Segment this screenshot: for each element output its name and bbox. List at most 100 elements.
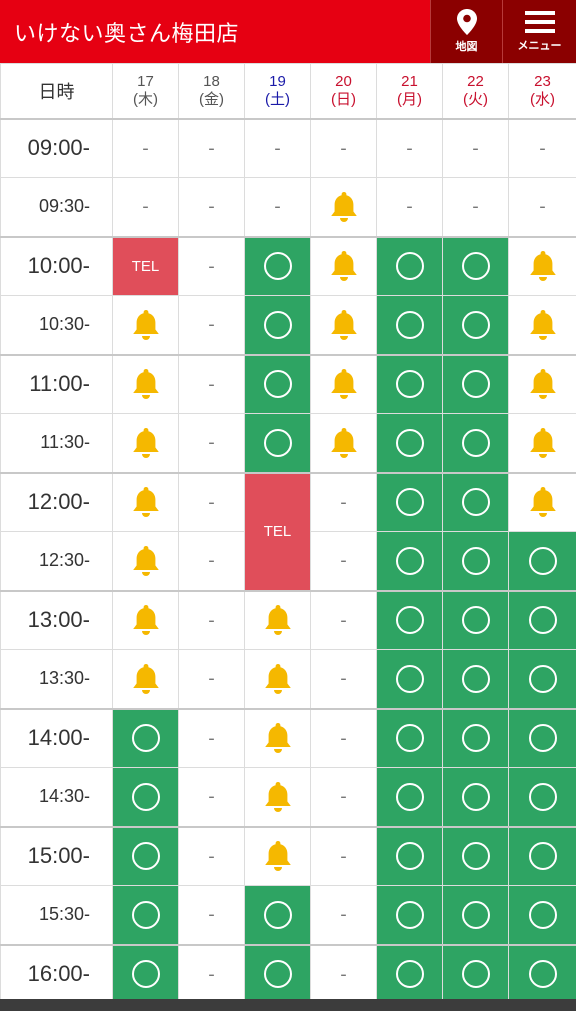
- available-slot[interactable]: [442, 531, 509, 591]
- circle-icon: [263, 310, 292, 339]
- available-slot[interactable]: [112, 943, 179, 1004]
- few-left-slot[interactable]: [508, 235, 576, 296]
- circle-icon: [395, 488, 424, 517]
- available-slot[interactable]: [376, 707, 443, 768]
- available-slot[interactable]: [442, 649, 509, 709]
- circle-icon: [263, 370, 292, 399]
- unavailable-slot: -: [178, 825, 245, 886]
- few-left-slot[interactable]: [112, 531, 179, 591]
- available-slot[interactable]: [244, 295, 311, 355]
- available-slot[interactable]: [508, 767, 576, 827]
- time-label: 15:00-: [0, 825, 113, 886]
- map-button[interactable]: 地図: [430, 0, 502, 63]
- circle-icon: [131, 782, 160, 811]
- available-slot[interactable]: [244, 943, 311, 1004]
- circle-icon: [395, 428, 424, 457]
- tel-slot[interactable]: TEL: [244, 471, 311, 591]
- available-slot[interactable]: [112, 707, 179, 768]
- bell-icon: [529, 251, 556, 282]
- few-left-slot[interactable]: [244, 649, 311, 709]
- time-row: 11:00- -: [0, 353, 576, 414]
- available-slot[interactable]: [442, 235, 509, 296]
- few-left-slot[interactable]: [244, 767, 311, 827]
- few-left-slot[interactable]: [508, 413, 576, 473]
- available-slot[interactable]: [508, 943, 576, 1004]
- few-left-slot[interactable]: [244, 707, 311, 768]
- available-slot[interactable]: [376, 353, 443, 414]
- available-slot[interactable]: [376, 235, 443, 296]
- map-pin-icon: [456, 9, 477, 35]
- available-slot[interactable]: [442, 825, 509, 886]
- available-slot[interactable]: [442, 353, 509, 414]
- circle-icon: [395, 370, 424, 399]
- few-left-slot[interactable]: [310, 413, 377, 473]
- circle-icon: [263, 900, 292, 929]
- available-slot[interactable]: [508, 825, 576, 886]
- time-label: 10:00-: [0, 235, 113, 296]
- unavailable-slot: -: [178, 943, 245, 1004]
- few-left-slot[interactable]: [508, 471, 576, 532]
- available-slot[interactable]: [112, 885, 179, 945]
- circle-icon: [528, 664, 557, 693]
- available-slot[interactable]: [376, 589, 443, 650]
- bell-icon: [132, 427, 159, 458]
- available-slot[interactable]: [376, 767, 443, 827]
- available-slot[interactable]: [376, 885, 443, 945]
- few-left-slot[interactable]: [310, 235, 377, 296]
- few-left-slot[interactable]: [310, 177, 377, 237]
- available-slot[interactable]: [442, 885, 509, 945]
- bell-icon: [330, 427, 357, 458]
- schedule-body: 09:00- - - - - - - -09:30- - - - - - -10:00- TEL -10:30…: [0, 117, 576, 1004]
- few-left-slot[interactable]: [310, 295, 377, 355]
- available-slot[interactable]: [244, 353, 311, 414]
- available-slot[interactable]: [442, 943, 509, 1004]
- available-slot[interactable]: [244, 413, 311, 473]
- few-left-slot[interactable]: [112, 413, 179, 473]
- day-header-23: 23 (水): [508, 63, 576, 119]
- menu-button[interactable]: メニュー: [502, 0, 576, 63]
- available-slot[interactable]: [376, 943, 443, 1004]
- bell-icon: [132, 663, 159, 694]
- available-slot[interactable]: [508, 707, 576, 768]
- available-slot[interactable]: [442, 413, 509, 473]
- available-slot[interactable]: [376, 649, 443, 709]
- available-slot[interactable]: [442, 295, 509, 355]
- available-slot[interactable]: [442, 471, 509, 532]
- available-slot[interactable]: [508, 531, 576, 591]
- few-left-slot[interactable]: [112, 295, 179, 355]
- time-label: 13:30-: [0, 649, 113, 709]
- available-slot[interactable]: [442, 767, 509, 827]
- available-slot[interactable]: [376, 471, 443, 532]
- available-slot[interactable]: [376, 825, 443, 886]
- unavailable-slot: -: [310, 943, 377, 1004]
- circle-icon: [131, 900, 160, 929]
- available-slot[interactable]: [244, 235, 311, 296]
- time-row: 14:00- - -: [0, 707, 576, 768]
- available-slot[interactable]: [112, 825, 179, 886]
- tel-slot[interactable]: TEL: [112, 235, 179, 296]
- available-slot[interactable]: [442, 707, 509, 768]
- available-slot[interactable]: [112, 767, 179, 827]
- few-left-slot[interactable]: [112, 589, 179, 650]
- unavailable-slot: -: [178, 413, 245, 473]
- few-left-slot[interactable]: [112, 471, 179, 532]
- few-left-slot[interactable]: [112, 649, 179, 709]
- few-left-slot[interactable]: [112, 353, 179, 414]
- circle-icon: [461, 724, 490, 753]
- available-slot[interactable]: [376, 413, 443, 473]
- available-slot[interactable]: [442, 589, 509, 650]
- available-slot[interactable]: [508, 649, 576, 709]
- shop-title[interactable]: いけない奥さん梅田店: [0, 16, 430, 48]
- few-left-slot[interactable]: [244, 589, 311, 650]
- few-left-slot[interactable]: [508, 295, 576, 355]
- available-slot[interactable]: [376, 295, 443, 355]
- available-slot[interactable]: [244, 885, 311, 945]
- unavailable-slot: -: [310, 767, 377, 827]
- available-slot[interactable]: [376, 531, 443, 591]
- few-left-slot[interactable]: [310, 353, 377, 414]
- few-left-slot[interactable]: [244, 825, 311, 886]
- few-left-slot[interactable]: [508, 353, 576, 414]
- available-slot[interactable]: [508, 589, 576, 650]
- available-slot[interactable]: [508, 885, 576, 945]
- circle-icon: [461, 782, 490, 811]
